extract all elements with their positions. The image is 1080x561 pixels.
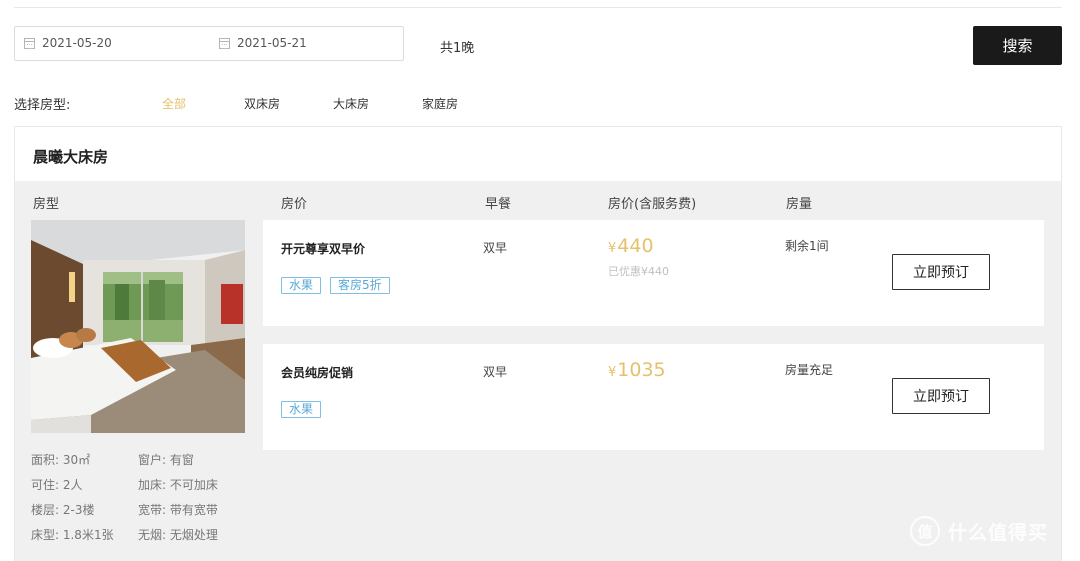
checkin-date-field[interactable]: 2021-05-20 [24,36,112,50]
rate-name: 开元尊享双早价 [281,242,366,256]
rate-tags: 水果 客房5折 [281,277,390,294]
column-header-room-type: 房型 [33,197,60,212]
room-photo[interactable] [31,220,245,433]
spec-area: 面积: 30㎡ [31,453,91,467]
rate-tag: 水果 [281,401,322,418]
spec-broadband: 宽带: 带有宽带 [138,503,218,517]
column-header-price: 房价(含服务费) [608,197,697,212]
availability-status: 房量充足 [785,363,834,377]
checkout-date-value: 2021-05-21 [237,36,307,50]
checkin-date-value: 2021-05-20 [42,36,112,50]
availability-status: 剩余1间 [785,239,829,253]
rate-name: 会员纯房促销 [281,366,354,380]
top-divider [14,7,1062,8]
room-type-option-family[interactable]: 家庭房 [422,95,458,112]
rate-tag: 水果 [281,277,322,294]
rate-row: 开元尊享双早价 水果 客房5折 双早 ¥ 440 已优惠¥440 剩余1间 立即… [263,220,1044,326]
spec-bed-type: 床型: 1.8米1张 [31,528,114,542]
book-now-button[interactable]: 立即预订 [892,254,990,290]
room-type-option-twin[interactable]: 双床房 [244,95,280,112]
price-amount: 1035 [617,359,666,381]
breakfast-info: 双早 [483,241,508,255]
column-header-rate: 房价 [281,197,308,212]
watermark-logo-icon: 值 [910,516,940,546]
room-type-option-all[interactable]: 全部 [162,95,186,112]
room-details-panel: 房型 房价 早餐 房价(含服务费) 房量 面积: 30㎡ 窗户: 有窗 可住: … [15,181,1061,561]
spec-non-smoking: 无烟: 无烟处理 [138,528,218,542]
column-header-availability: 房量 [786,197,813,212]
column-header-breakfast: 早餐 [485,197,512,212]
room-type-option-king[interactable]: 大床房 [333,95,369,112]
book-now-button[interactable]: 立即预订 [892,378,990,414]
checkout-date-field[interactable]: 2021-05-21 [219,36,307,50]
rate-tag: 客房5折 [330,277,390,294]
nights-count: 共1晚 [440,41,475,56]
date-range-picker[interactable]: 2021-05-20 2021-05-21 [14,26,404,61]
room-type-filter-label: 选择房型: [14,98,71,113]
search-button[interactable]: 搜索 [973,26,1062,65]
watermark-text: 什么值得买 [948,521,1049,544]
rate-price: ¥ 1035 [608,359,666,381]
price-amount: 440 [617,235,654,257]
spec-occupancy: 可住: 2人 [31,478,83,492]
spec-floor: 楼层: 2-3楼 [31,503,95,517]
room-title: 晨曦大床房 [33,148,109,166]
currency-symbol: ¥ [608,365,617,380]
spec-window: 窗户: 有窗 [138,453,194,467]
rate-price: ¥ 440 [608,235,654,257]
watermark: 值 什么值得买 [910,516,1048,546]
currency-symbol: ¥ [608,241,617,256]
rate-tags: 水果 [281,401,322,418]
spec-extra-bed: 加床: 不可加床 [138,478,218,492]
rate-row: 会员纯房促销 水果 双早 ¥ 1035 房量充足 立即预订 [263,344,1044,450]
room-card: 晨曦大床房 房型 房价 早餐 房价(含服务费) 房量 面积: 30㎡ 窗户: 有… [14,126,1062,561]
discount-note: 已优惠¥440 [608,265,669,278]
calendar-icon [219,37,230,49]
calendar-icon [24,37,35,49]
breakfast-info: 双早 [483,365,508,379]
